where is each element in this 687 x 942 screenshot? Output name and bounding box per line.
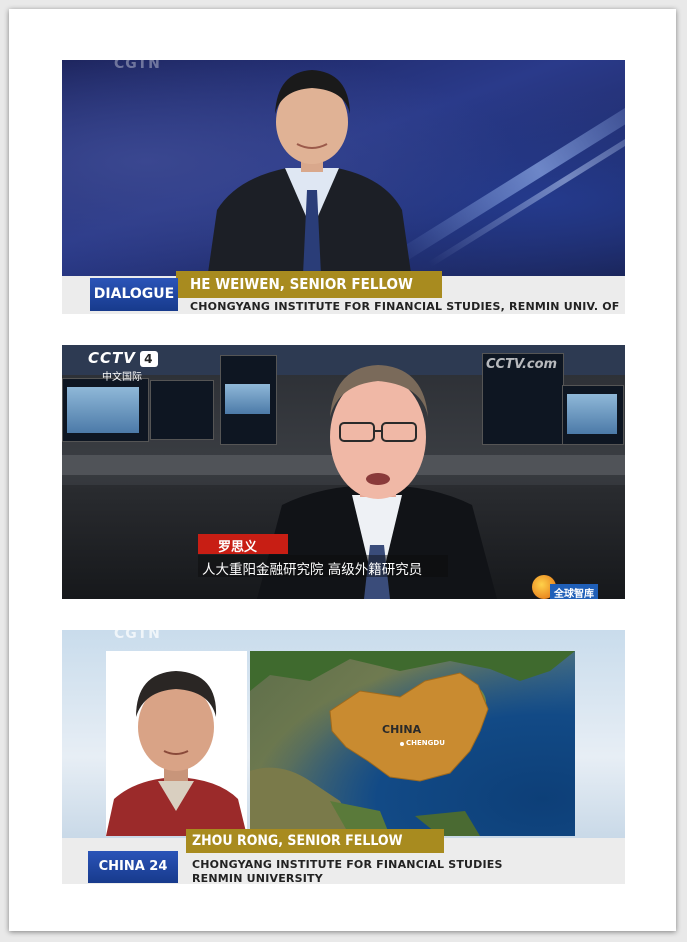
program-label: CHINA 24: [88, 851, 178, 883]
speaker-portrait: [106, 671, 247, 836]
tv-still-dialogue: CGTN HE WEIWEN, SENIOR FELLOW DIALOGUE C…: [62, 60, 625, 314]
program-label: DIALOGUE: [90, 278, 178, 311]
tv-still-china24: CGTN CHINA CHENGDU ZHOU RONG, SENIOR FEL…: [62, 630, 625, 884]
affiliation-line-1: CHONGYANG INSTITUTE FOR FINANCIAL STUDIE…: [192, 858, 503, 871]
studio-monitor: [62, 378, 149, 442]
affiliation-text: CHONGYANG INSTITUTE FOR FINANCIAL STUDIE…: [190, 300, 620, 314]
cgtn-watermark: CGTN: [114, 60, 161, 72]
affiliation-line-2: RENMIN UNIVERSITY: [192, 872, 323, 884]
speaker-photo-frame: [106, 651, 247, 836]
global-think-tank-badge: 全球智库: [532, 571, 625, 599]
cgtn-watermark: CGTN: [114, 630, 161, 642]
affiliation-text: 人大重阳金融研究院 高级外籍研究员: [202, 562, 423, 578]
channel-name: 中文国际: [102, 372, 142, 383]
city-marker-icon: [400, 742, 404, 746]
speaker-name: 罗思义: [218, 540, 258, 555]
map-country-label: CHINA: [382, 723, 422, 736]
speaker-portrait: [207, 70, 412, 280]
map-city-label: CHENGDU: [406, 739, 445, 747]
studio-monitor: [150, 380, 214, 440]
map-panel: CHINA CHENGDU: [250, 651, 575, 836]
name-title-bar: HE WEIWEN, SENIOR FELLOW: [176, 271, 442, 298]
tv-still-cctv4: CCTV 4 中文国际 CCTV.com 罗思义 人大重阳金融研究院 高级外籍研究…: [62, 345, 625, 599]
name-title-bar: ZHOU RONG, SENIOR FELLOW: [186, 829, 444, 853]
cctv-logo: CCTV 4: [88, 349, 158, 367]
studio-monitor: [562, 385, 624, 445]
